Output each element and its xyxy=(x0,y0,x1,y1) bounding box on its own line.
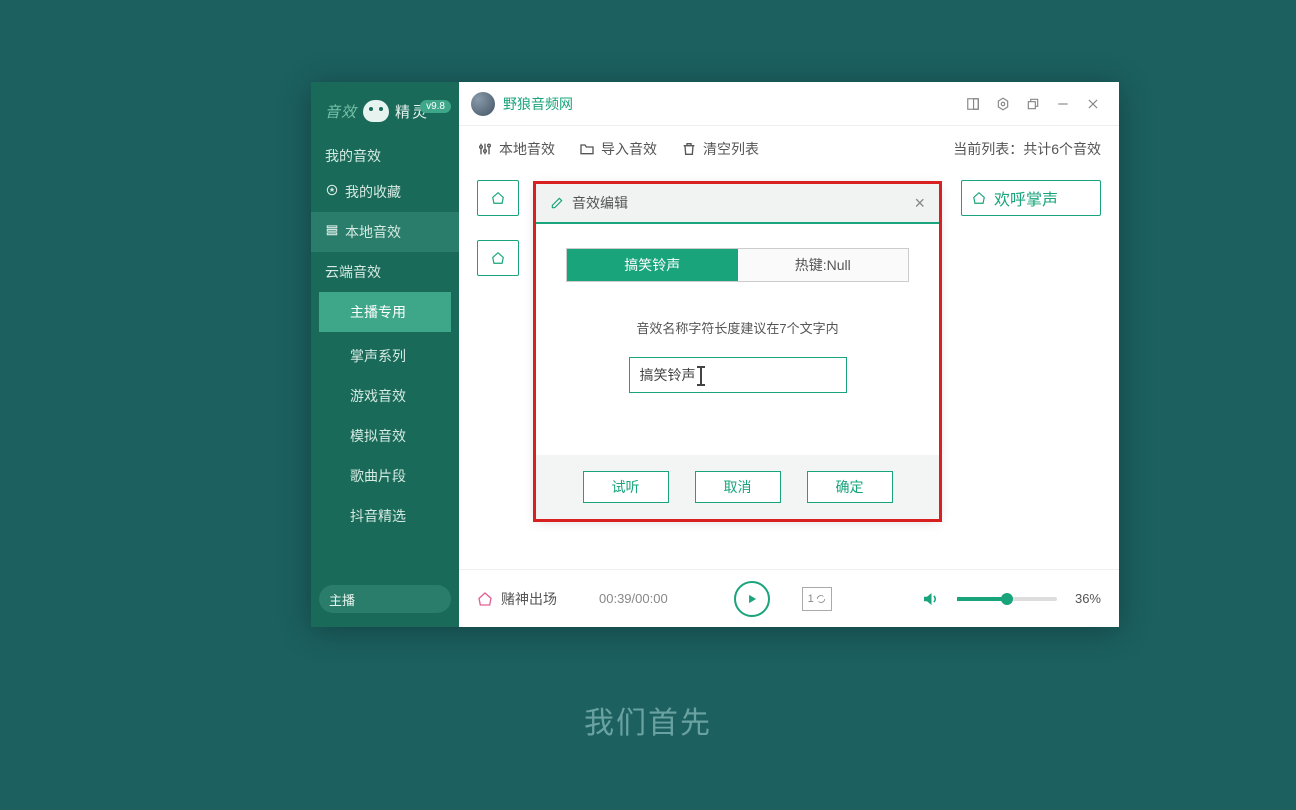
toolbar-clear-label: 清空列表 xyxy=(703,139,759,159)
section-cloud-sounds: 云端音效 xyxy=(311,252,459,288)
toolbar: 本地音效 导入音效 清空列表 当前列表：共计6个音效 xyxy=(459,126,1119,172)
volume-icon[interactable] xyxy=(921,590,939,608)
modal-hint: 音效名称字符长度建议在7个文字内 xyxy=(566,318,909,337)
sidebar-item-simulate[interactable]: 模拟音效 xyxy=(311,416,459,456)
toolbar-import-button[interactable]: 导入音效 xyxy=(579,139,657,159)
version-badge: v9.8 xyxy=(420,100,451,113)
folder-icon xyxy=(579,141,595,157)
sidebar-item-label: 歌曲片段 xyxy=(350,468,406,484)
tag-icon xyxy=(491,191,505,205)
sound-card-cheer[interactable]: 欢呼掌声 xyxy=(961,180,1101,216)
time-display: 00:39/00:00 xyxy=(599,591,668,606)
tab-name[interactable]: 搞笑铃声 xyxy=(567,249,738,281)
loop-count: 1 xyxy=(808,593,814,605)
sidebar-item-songclip[interactable]: 歌曲片段 xyxy=(311,456,459,496)
toolbar-import-label: 导入音效 xyxy=(601,139,657,159)
sidebar-item-label: 主播专用 xyxy=(350,304,406,320)
star-icon xyxy=(325,183,339,197)
tab-hotkey[interactable]: 热键:Null xyxy=(738,249,909,281)
sidebar-item-label: 模拟音效 xyxy=(350,428,406,444)
titlebar: 野狼音频网 xyxy=(459,82,1119,126)
edit-icon xyxy=(550,196,564,210)
avatar[interactable] xyxy=(471,92,495,116)
modal-header: 音效编辑 × xyxy=(536,184,939,224)
sound-card-partial-2[interactable] xyxy=(477,240,519,276)
toolbar-local-label: 本地音效 xyxy=(499,139,555,159)
volume-fill xyxy=(957,597,1007,601)
edit-modal: 音效编辑 × 搞笑铃声 热键:Null 音效名称字符长度建议在7个文字内 试听 … xyxy=(536,184,939,519)
list-icon xyxy=(325,223,339,237)
volume-thumb[interactable] xyxy=(1001,593,1013,605)
tag-icon xyxy=(491,251,505,265)
logo-left: 音效 xyxy=(325,101,357,122)
volume-slider[interactable] xyxy=(957,597,1057,601)
section-my-sounds: 我的音效 xyxy=(311,136,459,172)
sidebar-item-douyin[interactable]: 抖音精选 xyxy=(311,496,459,536)
cancel-button[interactable]: 取消 xyxy=(695,471,781,503)
sidebar-item-label: 游戏音效 xyxy=(350,388,406,404)
settings-icon[interactable] xyxy=(989,90,1017,118)
sidebar-item-broadcast[interactable]: 主播专用 xyxy=(319,292,451,332)
sidebar-item-label: 我的收藏 xyxy=(345,184,401,200)
sidebar-item-label: 掌声系列 xyxy=(350,348,406,364)
sidebar-item-label: 抖音精选 xyxy=(350,508,406,524)
sound-card-label: 欢呼掌声 xyxy=(994,186,1058,210)
sidebar-item-favorites[interactable]: 我的收藏 xyxy=(311,172,459,212)
tag-icon xyxy=(972,191,986,205)
modal-title: 音效编辑 xyxy=(572,193,628,213)
sound-name-input[interactable] xyxy=(629,357,847,393)
sound-card-partial-1[interactable] xyxy=(477,180,519,216)
list-count: 当前列表：共计6个音效 xyxy=(953,139,1101,159)
ok-button[interactable]: 确定 xyxy=(807,471,893,503)
overlap-icon[interactable] xyxy=(1019,90,1047,118)
loop-button[interactable]: 1 xyxy=(802,587,832,611)
sidebar-item-applause[interactable]: 掌声系列 xyxy=(311,336,459,376)
window-layout-icon[interactable] xyxy=(959,90,987,118)
text-cursor-icon xyxy=(700,368,702,384)
toolbar-clear-button[interactable]: 清空列表 xyxy=(681,139,759,159)
sidebar-item-local[interactable]: 本地音效 xyxy=(311,212,459,252)
sidebar-item-label: 本地音效 xyxy=(345,224,401,240)
modal-footer: 试听 取消 确定 xyxy=(536,455,939,519)
page-title: 野狼音频网 xyxy=(503,94,573,114)
try-button[interactable]: 试听 xyxy=(583,471,669,503)
toolbar-local-button[interactable]: 本地音效 xyxy=(477,139,555,159)
subtitle-text: 我们首先 xyxy=(0,698,1296,742)
close-icon[interactable] xyxy=(1079,90,1107,118)
trash-icon xyxy=(681,141,697,157)
logo-ghost-icon xyxy=(363,100,389,122)
sidebar: 音效 精灵 v9.8 我的音效 我的收藏 本地音效 云端音效 主播专用 掌声系列… xyxy=(311,82,459,627)
minimize-icon[interactable] xyxy=(1049,90,1077,118)
volume-percent: 36% xyxy=(1075,591,1101,606)
logo: 音效 精灵 v9.8 xyxy=(311,82,459,136)
player-bar: 赌神出场 00:39/00:00 1 36% xyxy=(459,569,1119,627)
segment-tabs: 搞笑铃声 热键:Null xyxy=(566,248,909,282)
now-playing-label: 赌神出场 xyxy=(501,589,557,609)
sidebar-item-game[interactable]: 游戏音效 xyxy=(311,376,459,416)
modal-close-button[interactable]: × xyxy=(914,193,925,214)
modal-body: 搞笑铃声 热键:Null 音效名称字符长度建议在7个文字内 xyxy=(536,224,939,455)
search-input[interactable] xyxy=(329,592,505,607)
equalizer-icon xyxy=(477,141,493,157)
play-button[interactable] xyxy=(734,581,770,617)
search-box[interactable] xyxy=(319,585,451,613)
